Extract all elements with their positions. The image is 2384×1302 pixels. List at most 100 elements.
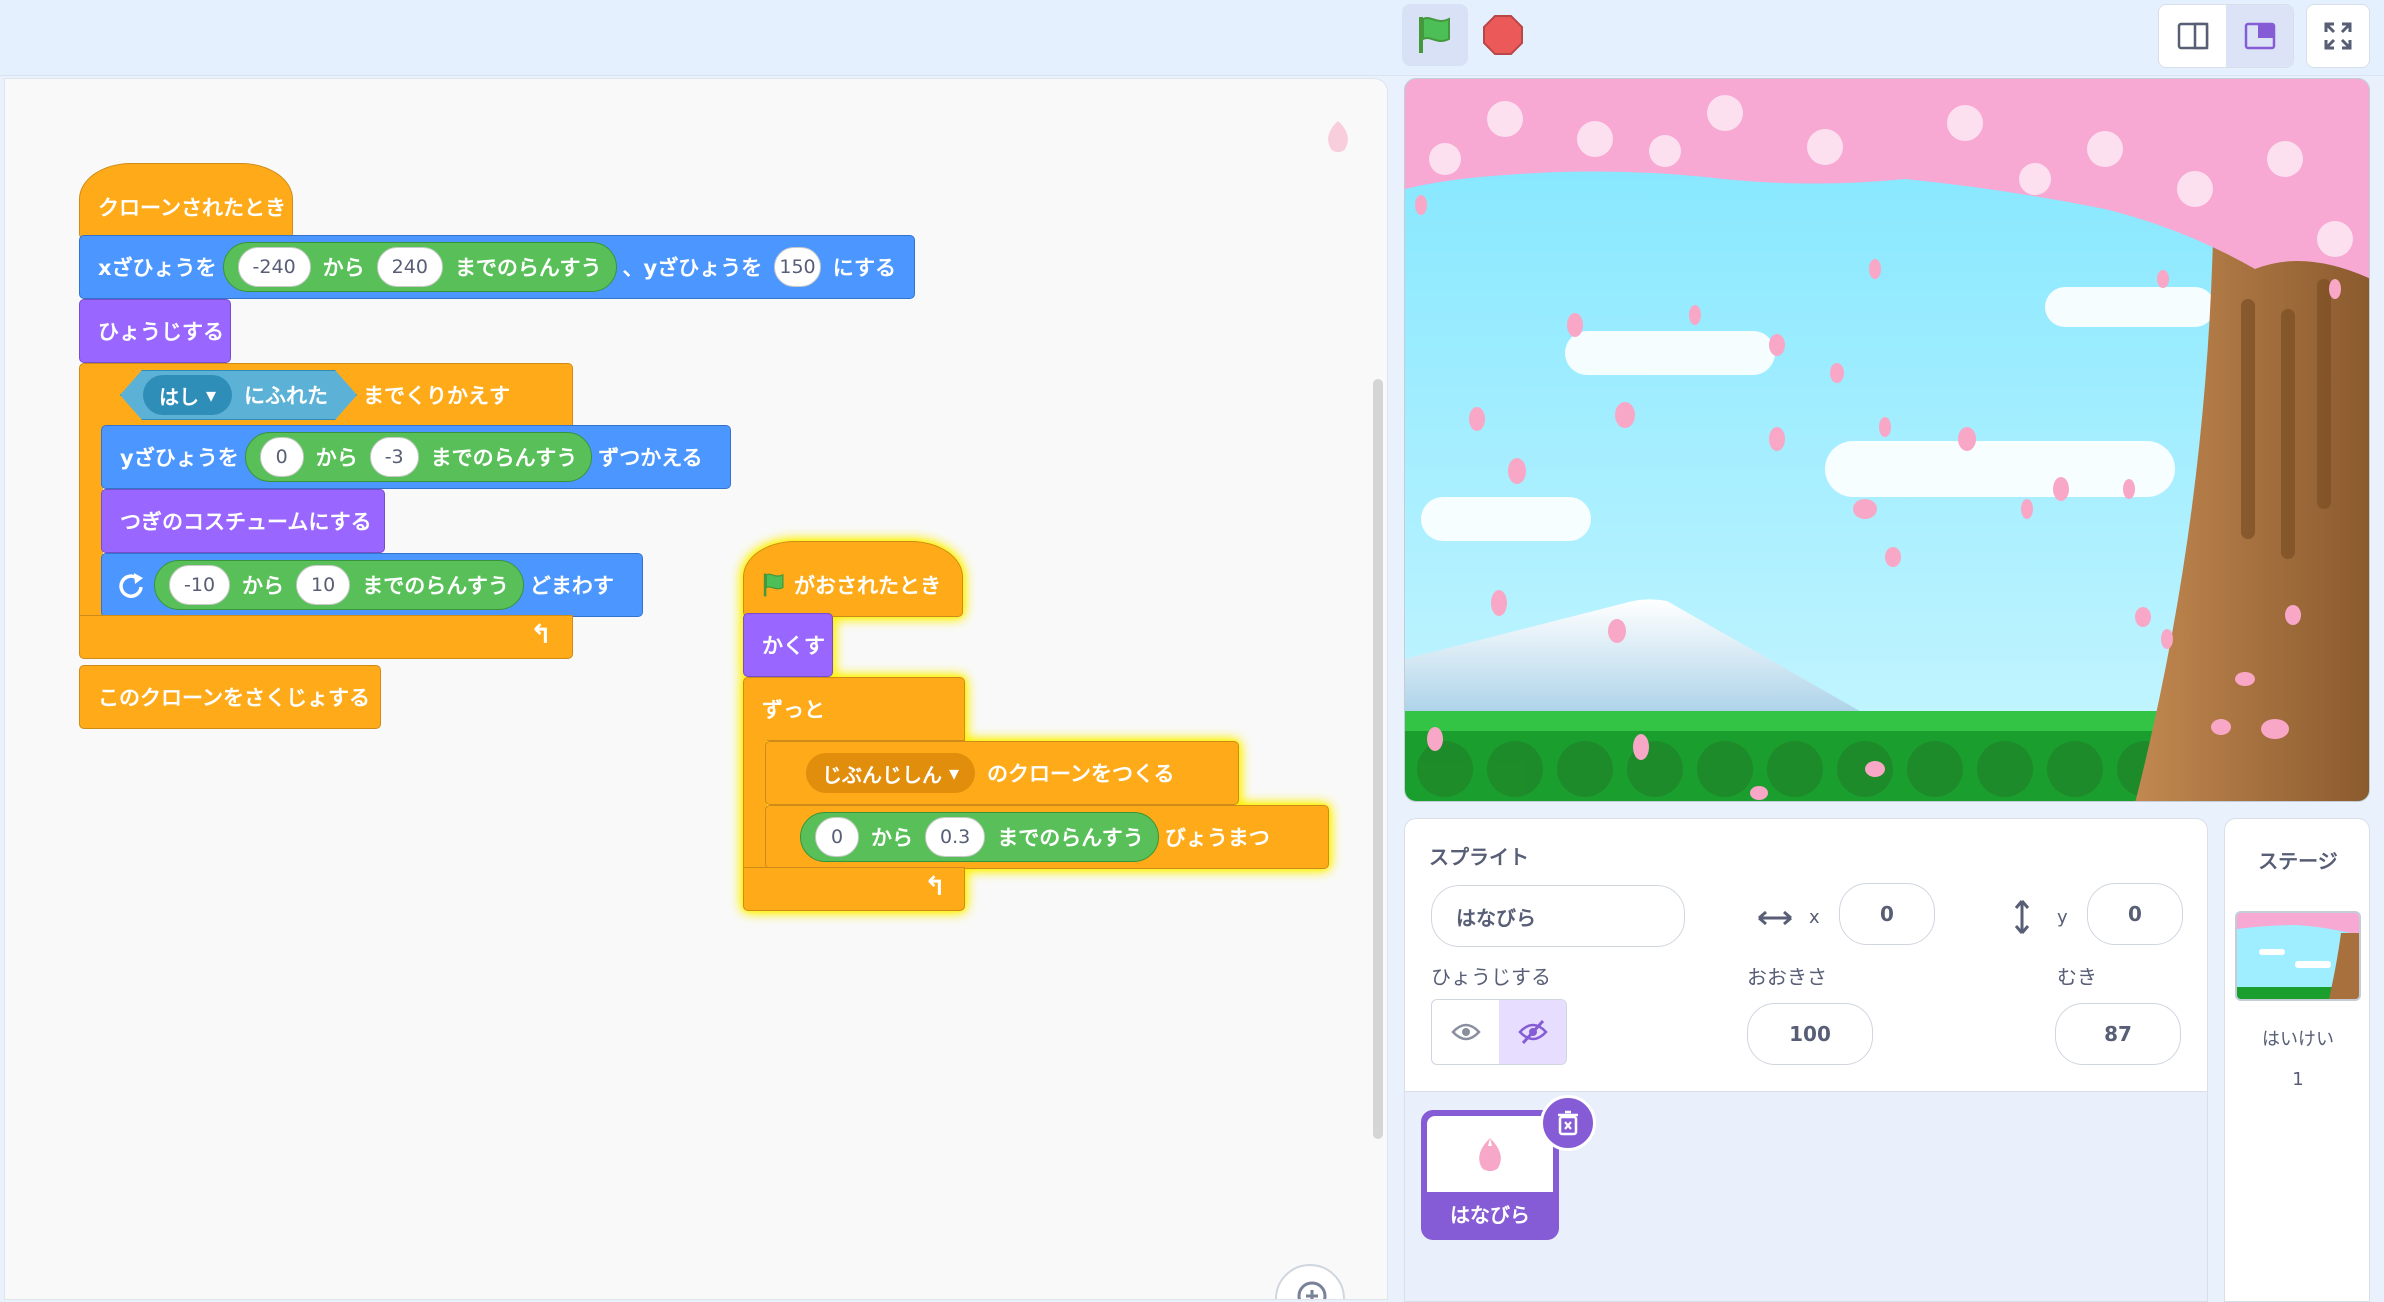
show-block[interactable]: ひょうじする xyxy=(79,299,231,363)
number-input[interactable]: 10 xyxy=(296,565,351,605)
number-input[interactable]: 150 xyxy=(774,247,821,287)
code-workspace[interactable]: クローンされたとき xざひょうを -240 から 240 までのらんすう 、yざ… xyxy=(4,78,1388,1300)
sprite-name-input[interactable]: はなびら xyxy=(1431,885,1685,947)
y-label: y xyxy=(2057,907,2068,928)
delete-sprite-button[interactable] xyxy=(1540,1095,1596,1151)
block-text: ずっと xyxy=(762,698,825,722)
block-text: がおされたとき xyxy=(794,574,941,598)
dropdown-arrow-icon: ▾ xyxy=(205,383,217,407)
dropdown-arrow-icon: ▾ xyxy=(948,761,960,785)
eye-slash-icon xyxy=(1517,1019,1548,1045)
workspace-scrollbar[interactable] xyxy=(1373,379,1383,1139)
block-text: までのらんすう xyxy=(997,826,1144,850)
show-sprite-button[interactable] xyxy=(1432,1000,1499,1064)
vertical-arrows-icon xyxy=(2014,900,2030,934)
stage-size-toggle xyxy=(2158,4,2294,68)
green-flag-icon xyxy=(1419,17,1450,53)
wait-block[interactable]: 0 から 0.3 までのらんすう びょうまつ xyxy=(765,805,1329,869)
number-input[interactable]: 240 xyxy=(376,247,443,287)
small-stage-button[interactable] xyxy=(2159,5,2226,67)
number-input[interactable]: 0 xyxy=(815,817,859,857)
backdrop-thumbnail[interactable] xyxy=(2235,911,2361,1001)
sprite-watermark-icon xyxy=(1328,121,1348,152)
dropdown-value: じぶんじしん xyxy=(822,762,942,787)
block-text: 、yざひょうを xyxy=(622,256,763,280)
stage-header xyxy=(0,0,2384,76)
forever-block[interactable]: ずっと xyxy=(743,677,965,741)
y-input[interactable]: 0 xyxy=(2087,883,2183,945)
set-xy-block[interactable]: xざひょうを -240 から 240 までのらんすう 、yざひょうを 150 に… xyxy=(79,235,915,299)
block-text: までくりかえす xyxy=(363,384,511,408)
touching-edge-sensor[interactable]: はし ▾ にふれた xyxy=(120,370,357,420)
forever-foot: ↰ xyxy=(743,867,965,911)
create-clone-block[interactable]: じぶんじしん ▾ のクローンをつくる xyxy=(765,741,1239,805)
number-input[interactable]: -3 xyxy=(369,437,419,477)
touching-target-dropdown[interactable]: はし ▾ xyxy=(143,375,232,415)
green-flag-icon xyxy=(763,573,784,597)
next-costume-block[interactable]: つぎのコスチュームにする xyxy=(101,489,385,553)
block-text: このクローンをさくじょする xyxy=(98,686,370,710)
block-text: ひょうじする xyxy=(98,320,224,344)
large-stage-button[interactable] xyxy=(2226,5,2293,67)
sprite-tile[interactable]: はなびら xyxy=(1421,1095,1596,1240)
block-text: までのらんすう xyxy=(454,256,602,280)
backdrop-name: はいけい xyxy=(2262,1029,2334,1050)
green-flag-button[interactable] xyxy=(1402,4,1468,66)
when-clone-label: クローンされたとき xyxy=(98,196,286,220)
x-label: x xyxy=(1809,907,1820,928)
x-input[interactable]: 0 xyxy=(1839,883,1935,945)
hide-sprite-button[interactable] xyxy=(1499,1000,1566,1064)
block-text: びょうまつ xyxy=(1164,826,1270,850)
sprite-tile-name: はなびら xyxy=(1450,1203,1530,1227)
sprite-thumbnail xyxy=(1427,1116,1553,1192)
size-label: おおきさ xyxy=(1747,965,1827,989)
rotate-clockwise-icon xyxy=(119,573,143,598)
petal-icon xyxy=(1479,1138,1501,1171)
large-stage-icon xyxy=(2244,22,2275,50)
number-input[interactable]: 0 xyxy=(259,437,304,477)
block-text: xざひょうを xyxy=(98,256,217,280)
block-text: から xyxy=(322,256,365,280)
dropdown-value: はし xyxy=(159,384,199,409)
stage-canvas[interactable] xyxy=(1404,78,2370,802)
trash-icon xyxy=(1558,1110,1578,1136)
when-clone-start-hat[interactable]: クローンされたとき xyxy=(79,163,293,239)
turn-block[interactable]: -10 から 10 までのらんすう どまわす xyxy=(101,553,643,617)
delete-clone-block[interactable]: このクローンをさくじょする xyxy=(79,665,381,729)
stage-backdrop xyxy=(1405,79,2369,801)
sprite-list-pane: はなびら xyxy=(1404,1092,2208,1302)
repeat-until-block[interactable]: はし ▾ にふれた までくりかえす xyxy=(79,363,573,427)
number-input[interactable]: -240 xyxy=(237,247,311,287)
block-text: から xyxy=(315,446,358,470)
number-input[interactable]: 0.3 xyxy=(925,817,986,857)
fullscreen-button[interactable] xyxy=(2306,4,2370,68)
stop-button[interactable] xyxy=(1478,10,1528,60)
when-flag-clicked-hat[interactable]: がおされたとき xyxy=(743,541,963,617)
block-text: までのらんすう xyxy=(362,574,509,598)
number-input[interactable]: -10 xyxy=(169,565,231,605)
backdrop-count: 1 xyxy=(2292,1069,2304,1090)
size-input[interactable]: 100 xyxy=(1747,1003,1873,1065)
stop-icon xyxy=(1483,15,1523,55)
block-text: までのらんすう xyxy=(430,446,578,470)
zoom-in-button[interactable] xyxy=(1275,1264,1345,1299)
sprite-label: スプライト xyxy=(1429,845,1529,869)
fullscreen-icon xyxy=(2324,22,2352,50)
block-text: にふれた xyxy=(244,384,329,408)
direction-label: むき xyxy=(2057,965,2097,989)
direction-input[interactable]: 87 xyxy=(2055,1003,2181,1065)
random-operator[interactable]: -10 から 10 までのらんすう xyxy=(154,560,524,610)
clone-target-dropdown[interactable]: じぶんじしん ▾ xyxy=(806,753,976,793)
eye-icon xyxy=(1450,1023,1481,1041)
stage-selector[interactable]: ステージ はいけい 1 xyxy=(2224,818,2370,1302)
random-operator[interactable]: 0 から 0.3 までのらんすう xyxy=(800,812,1159,862)
change-y-block[interactable]: yざひょうを 0 から -3 までのらんすう ずつかえる xyxy=(101,425,731,489)
block-text: から xyxy=(871,826,913,850)
random-operator[interactable]: -240 から 240 までのらんすう xyxy=(222,242,617,292)
loop-arrow-icon: ↰ xyxy=(924,872,946,902)
hide-block[interactable]: かくす xyxy=(743,613,833,677)
repeat-until-arm xyxy=(79,425,103,621)
random-operator[interactable]: 0 から -3 までのらんすう xyxy=(244,432,593,482)
block-text: かくす xyxy=(762,634,825,658)
loop-arrow-icon: ↰ xyxy=(530,620,552,650)
